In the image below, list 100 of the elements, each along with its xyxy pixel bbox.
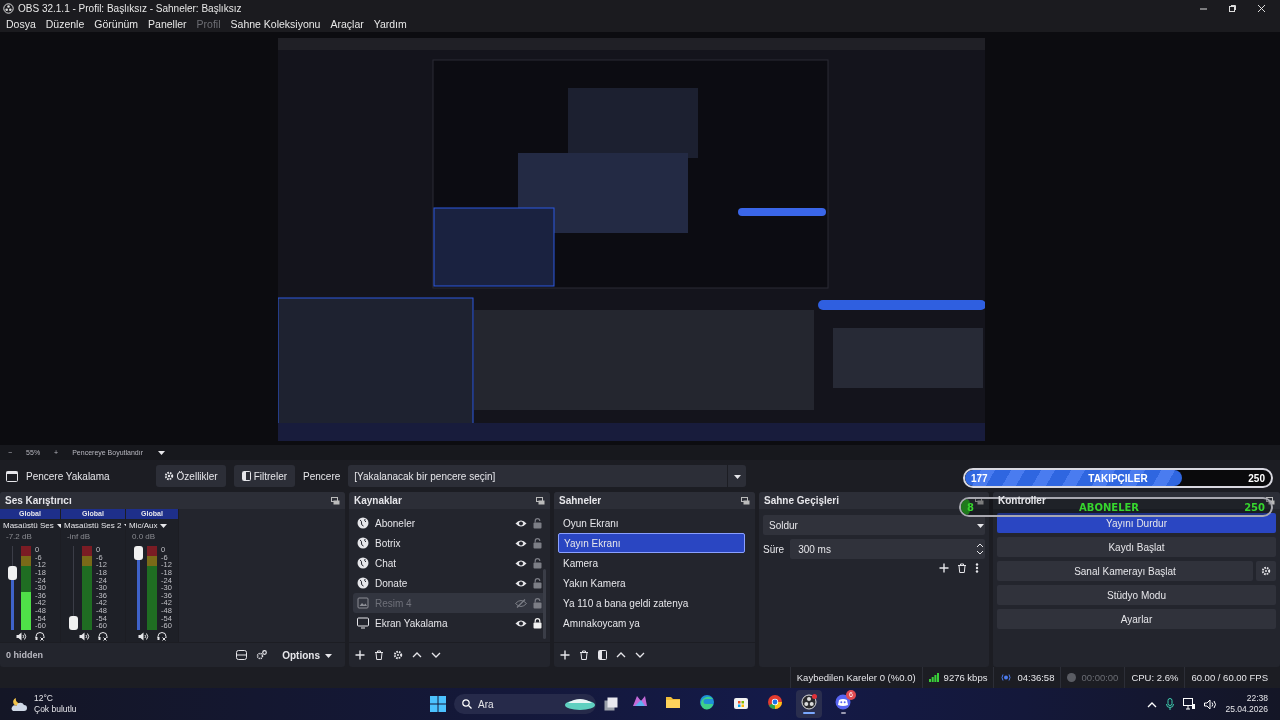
microphone-icon[interactable] — [1166, 698, 1175, 710]
trash-icon[interactable] — [957, 563, 967, 573]
control-button[interactable]: Stüdyo Modu — [997, 585, 1276, 605]
gear-icon[interactable] — [393, 650, 403, 660]
eye-icon[interactable] — [515, 518, 527, 528]
eye-icon[interactable] — [515, 578, 527, 588]
window-icon — [6, 470, 18, 482]
volume-slider[interactable] — [69, 546, 78, 630]
down-icon[interactable] — [635, 650, 645, 660]
menu-item[interactable]: Görünüm — [94, 18, 139, 30]
windows-start-icon[interactable] — [430, 696, 446, 712]
source-name[interactable]: Chat — [375, 557, 509, 569]
trash-icon[interactable] — [579, 650, 589, 660]
trash-icon[interactable] — [374, 650, 384, 660]
cloud-moon-icon[interactable] — [10, 696, 28, 712]
menu-item[interactable]: Yardım — [373, 18, 407, 30]
scene-item[interactable]: Kamera — [558, 553, 745, 573]
volume-slider[interactable] — [8, 546, 17, 630]
window-dropdown[interactable]: [Yakalanacak bir pencere seçin] — [348, 465, 747, 487]
undock-icon[interactable] — [331, 496, 340, 505]
clock-time[interactable]: 22:38 — [1246, 693, 1268, 704]
options-button[interactable]: Options — [276, 648, 339, 662]
down-icon[interactable] — [431, 650, 441, 660]
scene-item[interactable]: Amınakoycam ya — [558, 613, 745, 633]
unlocked-icon[interactable] — [533, 597, 542, 609]
filter-icon[interactable] — [598, 650, 607, 660]
channel-name[interactable]: Masaüstü Ses — [3, 521, 54, 530]
menu-item[interactable]: Düzenle — [45, 18, 85, 30]
bitrate: 9276 kbps — [943, 672, 988, 683]
up-icon[interactable] — [412, 650, 422, 660]
caret-icon[interactable] — [159, 522, 169, 529]
search-field[interactable]: Ara — [454, 694, 596, 714]
scene-item[interactable]: Oyun Ekranı — [558, 513, 745, 533]
channel-name[interactable]: Mic/Aux — [129, 521, 158, 530]
volume-icon[interactable] — [1204, 698, 1217, 710]
control-button[interactable]: Sanal Kamerayı Başlat — [997, 561, 1253, 581]
transition-dropdown[interactable]: Soldur — [763, 515, 985, 535]
source-name[interactable]: Aboneler — [375, 517, 509, 529]
spin-arrows-icon — [975, 542, 985, 556]
add-icon[interactable] — [355, 650, 365, 660]
undock-icon[interactable] — [741, 496, 750, 505]
goal-current: 177 — [971, 472, 988, 484]
slider-thumb[interactable] — [8, 565, 17, 580]
close-icon[interactable] — [1257, 3, 1266, 13]
eye-icon[interactable] — [515, 558, 527, 568]
add-icon[interactable] — [560, 650, 570, 660]
task-view-icon[interactable] — [604, 697, 618, 711]
menu-item[interactable]: Sahne Koleksiyonu — [230, 18, 321, 30]
scene-item[interactable]: Ya 110 a bana geldi zatenya — [558, 593, 745, 613]
control-button[interactable]: Ayarlar — [997, 609, 1276, 629]
menu-item[interactable]: Paneller — [148, 18, 187, 30]
speaker-icon[interactable] — [78, 632, 90, 641]
control-button[interactable]: Kaydı Başlat — [997, 537, 1276, 557]
layout-icon[interactable] — [236, 650, 248, 660]
slider-thumb[interactable] — [69, 616, 78, 630]
unlocked-icon[interactable] — [533, 557, 542, 569]
unlocked-icon[interactable] — [533, 577, 542, 589]
slider-thumb[interactable] — [134, 546, 143, 560]
source-name[interactable]: Donate — [375, 577, 509, 589]
clock-date[interactable]: 25.04.2026 — [1225, 704, 1268, 715]
window-title: OBS 32.1.1 - Profil: Başlıksız - Sahneler: Başlıksız — [18, 2, 243, 14]
headphones-off-icon[interactable] — [34, 632, 45, 641]
menu-item[interactable]: Dosya — [6, 18, 36, 30]
obs-icon — [801, 694, 817, 710]
more-icon[interactable] — [975, 563, 979, 573]
caret-icon — [976, 521, 985, 529]
eye-icon[interactable] — [515, 538, 527, 548]
duration-field[interactable]: 300 ms — [790, 539, 985, 559]
network-icon[interactable] — [1183, 698, 1196, 710]
taskbar-app[interactable] — [796, 690, 822, 718]
speaker-icon[interactable] — [137, 632, 149, 641]
up-icon[interactable] — [616, 650, 626, 660]
properties-button[interactable]: Özellikler — [155, 465, 226, 487]
scene-item[interactable]: Yakın Kamera — [558, 573, 745, 593]
restore-icon[interactable] — [1228, 3, 1237, 13]
add-icon[interactable] — [939, 563, 949, 573]
headphones-off-icon[interactable] — [97, 632, 108, 641]
filters-button[interactable]: Filtreler — [233, 465, 296, 487]
settings-button[interactable] — [1256, 561, 1276, 581]
speaker-icon[interactable] — [15, 632, 27, 641]
undock-icon[interactable] — [975, 496, 984, 505]
undock-icon[interactable] — [536, 496, 545, 505]
chevron-up-icon[interactable] — [1147, 700, 1158, 708]
source-name[interactable]: Ekran Yakalama — [375, 617, 509, 629]
gears-icon[interactable] — [256, 650, 268, 660]
source-name[interactable]: Botrix — [375, 537, 509, 549]
eye-icon[interactable] — [515, 618, 527, 628]
menu-item[interactable]: Araçlar — [330, 18, 364, 30]
volume-slider[interactable] — [134, 546, 143, 630]
eye-hidden-icon[interactable] — [515, 598, 527, 608]
channel-name[interactable]: Masaüstü Ses 2 — [64, 521, 122, 530]
unlocked-icon[interactable] — [533, 537, 542, 549]
caret-icon[interactable] — [157, 449, 167, 456]
headphones-off-icon[interactable] — [156, 632, 167, 641]
locked-icon[interactable] — [533, 617, 542, 629]
control-button[interactable]: Yayını Durdur — [997, 513, 1276, 533]
scene-item[interactable]: Yayın Ekranı — [558, 533, 745, 553]
panel-title: Sahneler — [559, 495, 602, 506]
unlocked-icon[interactable] — [533, 517, 542, 529]
undock-icon[interactable] — [1266, 496, 1275, 505]
